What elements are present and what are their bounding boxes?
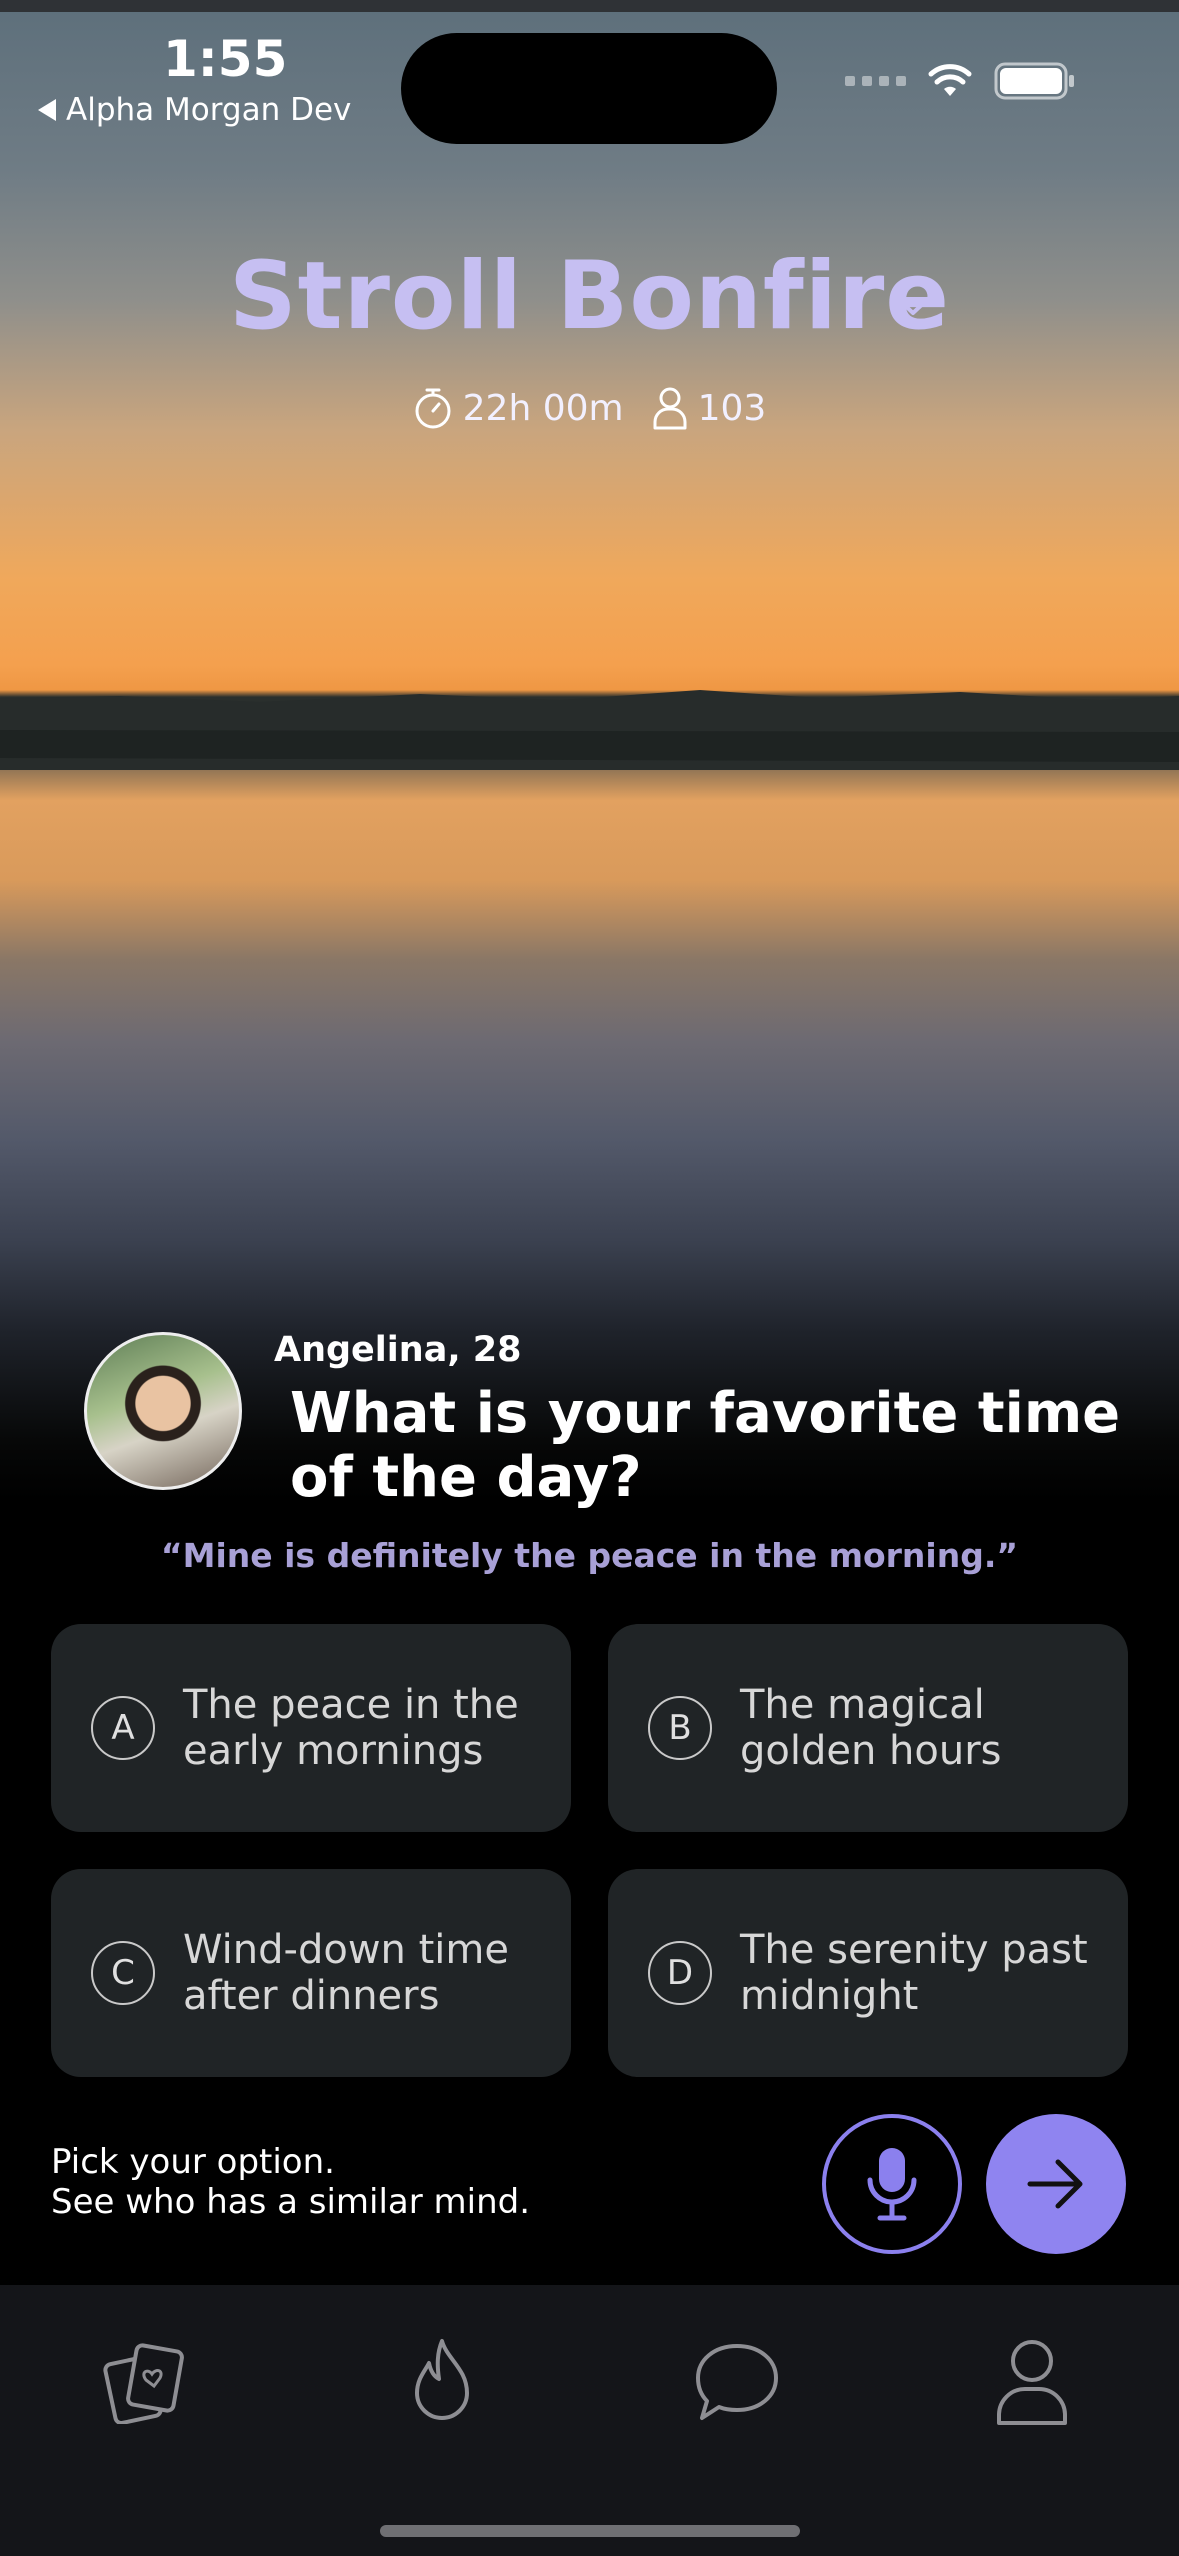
person-icon xyxy=(653,387,687,430)
option-a[interactable]: A The peace in the early mornings xyxy=(51,1624,571,1832)
participant-value: 103 xyxy=(697,387,767,429)
back-app-label: Alpha Morgan Dev xyxy=(66,92,352,128)
option-text: Wind-down time after dinners xyxy=(183,1927,509,2019)
room-title: Stroll Bonfire xyxy=(228,242,951,351)
author-answer: “Mine is definitely the peace in the mor… xyxy=(160,1536,1019,1575)
hint-line-1: Pick your option. xyxy=(51,2142,335,2182)
chevron-down-icon xyxy=(895,296,931,315)
participant-count: 103 xyxy=(652,386,767,430)
status-time: 1:55 xyxy=(163,30,288,88)
cards-icon xyxy=(103,2343,184,2424)
voice-answer-button[interactable] xyxy=(822,2114,962,2254)
back-triangle-icon xyxy=(38,99,56,121)
option-letter: C xyxy=(91,1941,155,2005)
option-text: The peace in the early mornings xyxy=(183,1682,519,1774)
tab-cards[interactable] xyxy=(92,2327,202,2437)
option-text: The magical golden hours xyxy=(740,1682,1002,1774)
profile-icon xyxy=(997,2340,1067,2425)
option-d[interactable]: D The serenity past midnight xyxy=(608,1869,1128,2077)
flame-icon xyxy=(415,2339,469,2420)
dynamic-island xyxy=(401,33,777,144)
option-text: The serenity past midnight xyxy=(740,1927,1088,2019)
tab-bar xyxy=(0,2285,1179,2556)
option-letter: A xyxy=(91,1696,155,1760)
send-answer-button[interactable] xyxy=(986,2114,1126,2254)
timer-value: 22h 00m xyxy=(462,387,624,429)
tab-bonfire[interactable] xyxy=(387,2327,497,2437)
room-title-selector[interactable]: Stroll Bonfire xyxy=(0,242,1179,351)
room-meta: 22h 00m 103 xyxy=(0,386,1179,430)
stopwatch-icon xyxy=(415,388,451,429)
hills-silhouette xyxy=(0,690,1179,770)
tab-chats[interactable] xyxy=(682,2327,792,2437)
battery-icon xyxy=(994,62,1074,100)
wifi-icon xyxy=(928,64,972,96)
tab-profile[interactable] xyxy=(977,2327,1087,2437)
status-indicators xyxy=(845,62,1076,100)
arrow-right-icon xyxy=(1027,2159,1083,2209)
cellular-signal-icon xyxy=(845,76,906,86)
back-to-app-link[interactable]: Alpha Morgan Dev xyxy=(38,92,351,128)
hint-text: Pick your option. See who has a similar … xyxy=(51,2142,530,2222)
home-indicator[interactable] xyxy=(380,2525,800,2537)
microphone-icon xyxy=(867,2148,917,2221)
option-letter: D xyxy=(648,1941,712,2005)
option-c[interactable]: C Wind-down time after dinners xyxy=(51,1869,571,2077)
chat-bubble-icon xyxy=(696,2344,778,2420)
avatar[interactable] xyxy=(84,1332,242,1490)
question-text: What is your favorite time of the day? xyxy=(290,1381,1121,1510)
hint-line-2: See who has a similar mind. xyxy=(51,2182,531,2222)
option-letter: B xyxy=(648,1696,712,1760)
author-name: Angelina, 28 xyxy=(274,1330,522,1370)
top-edge xyxy=(0,0,1179,12)
timer: 22h 00m xyxy=(413,386,624,430)
option-b[interactable]: B The magical golden hours xyxy=(608,1624,1128,1832)
